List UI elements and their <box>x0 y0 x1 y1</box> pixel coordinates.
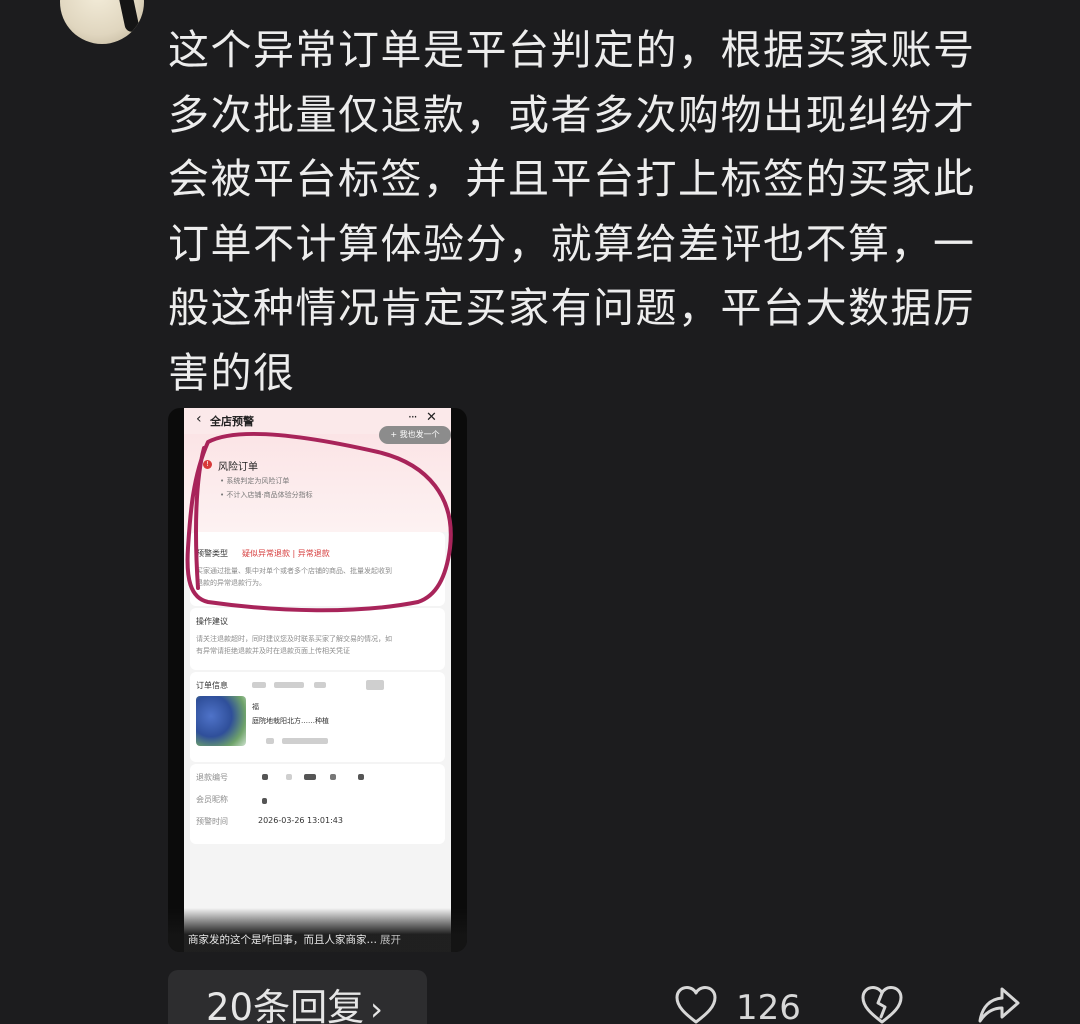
redacted-text <box>282 738 328 744</box>
warning-type-value: 疑似异常退款 | 异常退款 <box>242 549 330 558</box>
replies-button[interactable]: 20条回复 › <box>168 970 427 1024</box>
warning-desc: 买家通过批量、集中对单个或者多个店铺的商品、批量发起收到 <box>196 567 392 575</box>
redacted-text <box>366 680 384 690</box>
advice-text: 请关注退款超时，同时建议您及时联系买家了解交易的情况，如 <box>196 635 392 643</box>
refund-no-label: 退款编号 <box>196 773 228 782</box>
product-thumbnail <box>196 696 246 746</box>
redacted-text <box>314 682 326 688</box>
screenshot-title: 全店预警 <box>210 415 254 428</box>
order-info-label: 订单信息 <box>196 681 228 690</box>
warning-desc: 退款的异常退款行为。 <box>196 579 266 587</box>
attached-screenshot[interactable]: ‹ 全店预警 ··· ✕ ! 风险订单 • 系统判定为风险订单 • 不计入店铺·… <box>168 408 467 952</box>
redacted-text <box>358 774 364 780</box>
heart-outline-icon[interactable] <box>674 985 718 1024</box>
advice-label: 操作建议 <box>196 617 228 626</box>
redacted-text <box>274 682 304 688</box>
product-name: 福 <box>252 703 259 711</box>
replies-label: 20条回复 <box>206 986 365 1024</box>
refund-card: 退款编号 会员昵称 预警时间 2026-03-26 13:01:43 <box>190 764 445 844</box>
warn-time-value: 2026-03-26 13:01:43 <box>258 816 343 825</box>
avatar[interactable] <box>60 0 144 44</box>
advice-text: 有异常请拒绝退款并及时在退款页面上传相关凭证 <box>196 647 350 655</box>
screenshot-caption: 商家发的这个是咋回事，而且人家商家… 展开 <box>188 932 401 947</box>
redacted-text <box>266 738 274 744</box>
avatar-mark <box>117 0 141 34</box>
warn-time-label: 预警时间 <box>196 817 228 826</box>
advice-card: 操作建议 请关注退款超时，同时建议您及时联系买家了解交易的情况，如 有异常请拒绝… <box>190 608 445 670</box>
broken-heart-icon[interactable] <box>860 985 904 1024</box>
share-arrow-icon[interactable] <box>974 983 1022 1024</box>
risk-icon: ! <box>203 460 212 469</box>
more-icon: ··· <box>408 410 418 424</box>
screenshot-screen: ‹ 全店预警 ··· ✕ ! 风险订单 • 系统判定为风险订单 • 不计入店铺·… <box>184 408 451 952</box>
share-pill: + 我也发一个 <box>379 426 451 444</box>
member-label: 会员昵称 <box>196 795 228 804</box>
redacted-text <box>262 798 267 804</box>
back-icon: ‹ <box>196 411 202 427</box>
risk-bullet: • 不计入店铺·商品体验分指标 <box>220 491 313 499</box>
close-icon: ✕ <box>426 410 437 425</box>
product-name: 庭院地栽阳北方……种植 <box>252 717 329 725</box>
risk-title: 风险订单 <box>218 462 258 473</box>
redacted-text <box>262 774 268 780</box>
caption-text: 商家发的这个是咋回事，而且人家商家… <box>188 934 377 946</box>
warning-card: 预警类型 疑似异常退款 | 异常退款 买家通过批量、集中对单个或者多个店铺的商品… <box>190 532 445 606</box>
caption-expand[interactable]: 展开 <box>380 934 401 946</box>
redacted-text <box>330 774 336 780</box>
like-count: 126 <box>736 988 801 1024</box>
chevron-right-icon: › <box>370 990 383 1024</box>
redacted-text <box>252 682 266 688</box>
warning-type-label: 预警类型 <box>196 549 228 558</box>
comment-text: 这个异常订单是平台判定的，根据买家账号多次批量仅退款，或者多次购物出现纠纷才会被… <box>168 26 976 397</box>
redacted-text <box>286 774 292 780</box>
redacted-text <box>304 774 316 780</box>
risk-bullet: • 系统判定为风险订单 <box>220 477 290 485</box>
